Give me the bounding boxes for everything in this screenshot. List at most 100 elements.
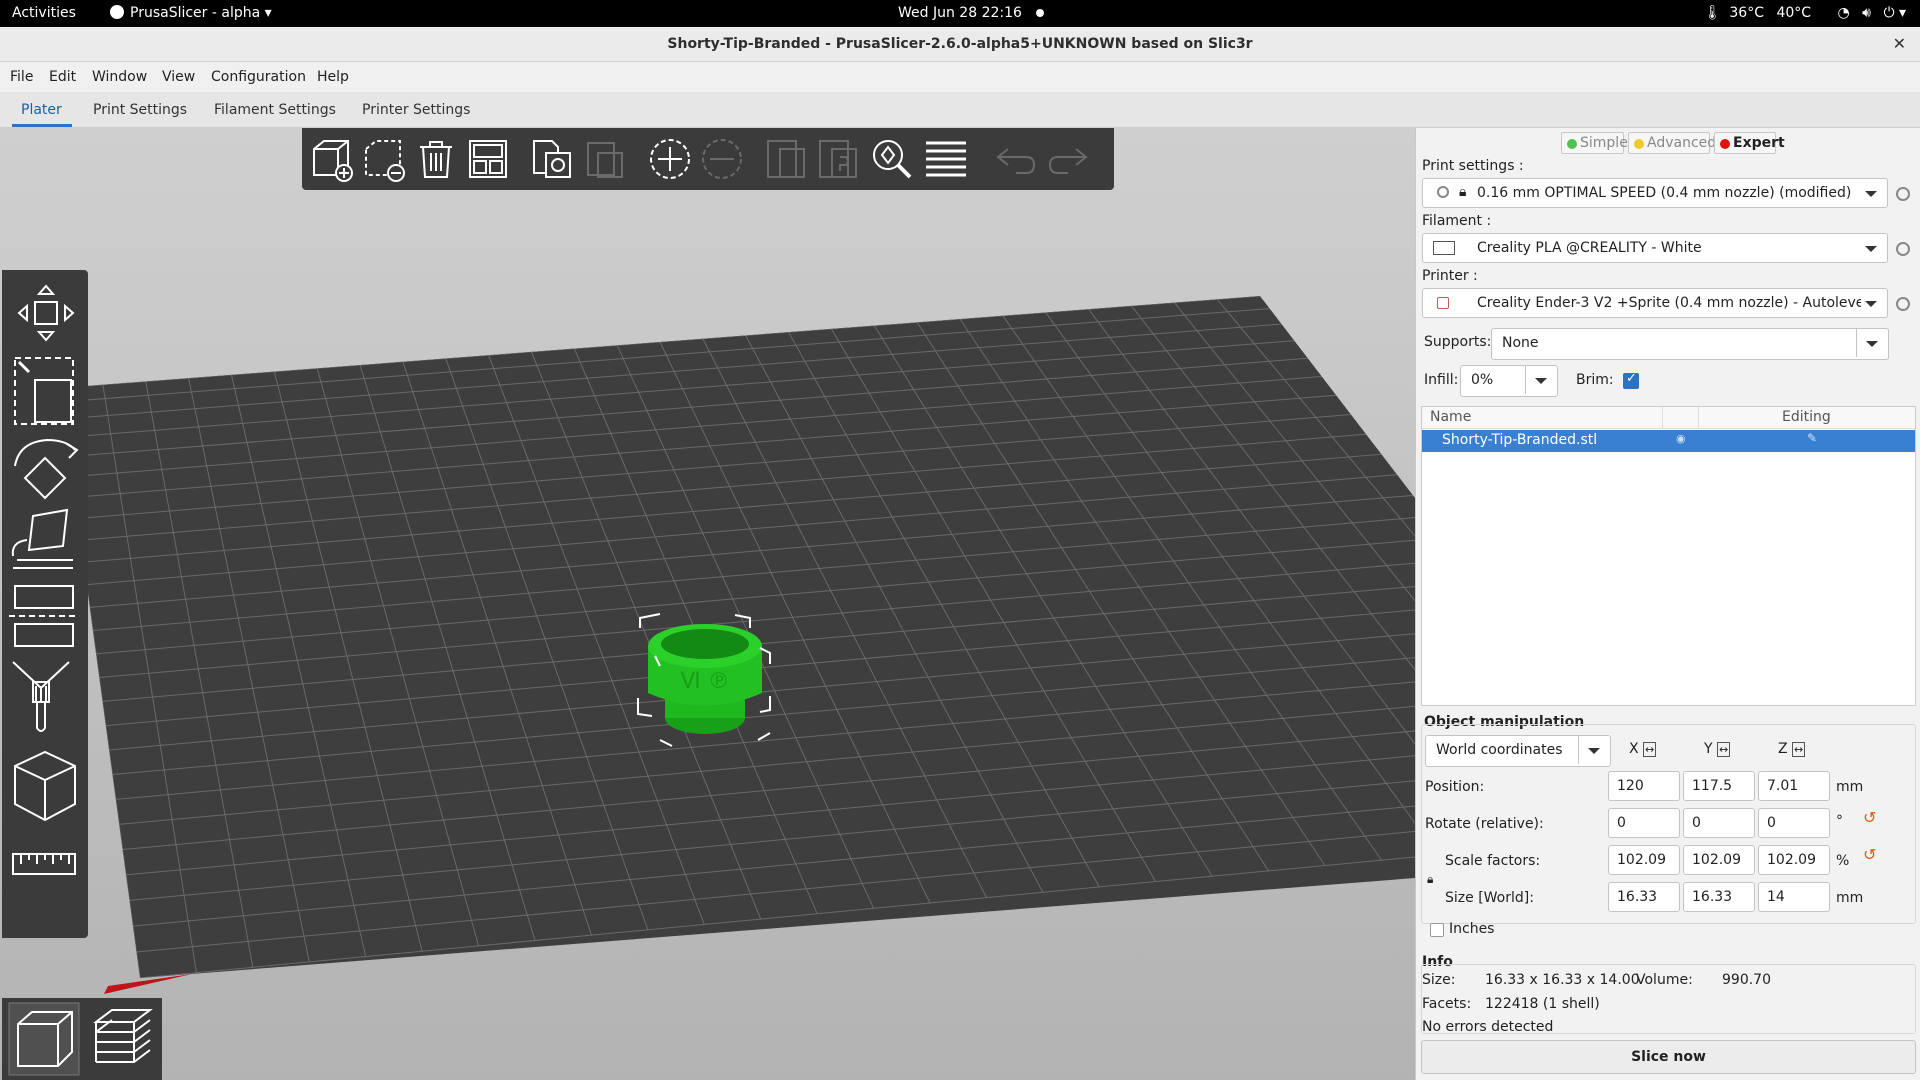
app-menu[interactable]: PrusaSlicer - alpha ▾	[110, 5, 272, 21]
info-facets-label: Facets:	[1422, 996, 1472, 1012]
rotate-z-input[interactable]: 0	[1758, 808, 1830, 838]
menu-configuration[interactable]: Configuration	[211, 69, 306, 85]
menu-window[interactable]: Window	[92, 69, 147, 85]
info-size-value: 16.33 x 16.33 x 14.00	[1485, 972, 1640, 988]
split-to-objects-icon[interactable]	[762, 135, 810, 183]
axis-x-lock-icon: ↔	[1643, 742, 1657, 757]
scale-x-input[interactable]: 102.09	[1608, 845, 1680, 875]
info-volume-value: 990.70	[1722, 972, 1771, 988]
delete-all-icon[interactable]	[412, 135, 460, 183]
plater-scene[interactable]: Ⅵ ℗	[0, 128, 1415, 1080]
move-icon[interactable]	[7, 278, 83, 350]
window-titlebar: Shorty-Tip-Branded - PrusaSlicer-2.6.0-a…	[0, 27, 1920, 62]
position-x-input[interactable]: 120	[1608, 771, 1680, 801]
menu-file[interactable]: File	[10, 69, 33, 85]
chevron-down-icon	[1866, 341, 1878, 347]
preview-layers-icon[interactable]	[86, 1002, 158, 1076]
chevron-down-icon	[1535, 378, 1547, 384]
tab-filament-settings[interactable]: Filament Settings	[214, 102, 336, 118]
tab-printer-settings[interactable]: Printer Settings	[362, 102, 470, 118]
scale-icon[interactable]	[7, 354, 83, 428]
system-status-area[interactable]: 🌡 36°C 40°C ◔ 🔊︎ ⏻ ▾	[1696, 5, 1906, 21]
view-cube-icon[interactable]	[7, 748, 83, 824]
scale-y-input[interactable]: 102.09	[1683, 845, 1755, 875]
rotate-icon[interactable]	[7, 436, 83, 506]
infill-label: Infill:	[1424, 372, 1459, 388]
place-on-face-icon[interactable]	[7, 506, 83, 576]
model-object[interactable]: Ⅵ ℗	[648, 624, 762, 734]
object-list[interactable]: Name Editing Shorty-Tip-Branded.stl ◉ ✎	[1421, 406, 1916, 706]
brim-checkbox[interactable]: ✓	[1623, 371, 1639, 389]
cut-icon[interactable]	[7, 578, 83, 650]
reset-scale-icon[interactable]: ↺	[1863, 845, 1876, 864]
info-errors: No errors detected	[1422, 1019, 1554, 1035]
info-size-label: Size:	[1422, 972, 1456, 988]
column-name[interactable]: Name	[1430, 409, 1471, 425]
coordinate-dropdown-button[interactable]	[1578, 736, 1610, 764]
rotate-x-input[interactable]: 0	[1608, 808, 1680, 838]
filament-color-swatch[interactable]	[1433, 241, 1455, 255]
mode-advanced-button[interactable]: Advanced	[1628, 132, 1716, 154]
coordinate-system-combo[interactable]: World coordinates	[1425, 735, 1611, 767]
edit-icon[interactable]: ✎	[1807, 431, 1817, 445]
add-instance-icon[interactable]	[646, 135, 694, 183]
redo-icon[interactable]	[1044, 135, 1092, 183]
infill-combo[interactable]: 0%	[1460, 365, 1558, 397]
undo-icon[interactable]	[992, 135, 1040, 183]
size-x-input[interactable]: 16.33	[1608, 882, 1680, 912]
uniform-scale-lock-icon[interactable]: 🔒︎	[1427, 872, 1433, 887]
menu-view[interactable]: View	[162, 69, 195, 85]
size-y-input[interactable]: 16.33	[1683, 882, 1755, 912]
activities-button[interactable]: Activities	[12, 5, 76, 21]
3d-view-icon[interactable]	[8, 1002, 80, 1076]
object-list-row[interactable]: Shorty-Tip-Branded.stl ◉ ✎	[1422, 430, 1915, 452]
reset-rotation-icon[interactable]: ↺	[1863, 808, 1876, 827]
position-y-input[interactable]: 117.5	[1683, 771, 1755, 801]
filament-gear-icon[interactable]	[1896, 242, 1910, 256]
delete-object-icon[interactable]	[360, 135, 408, 183]
add-object-icon[interactable]	[308, 135, 356, 183]
printer-value: Creality Ender-3 V2 +Sprite (0.4 mm nozz…	[1477, 295, 1861, 311]
tab-print-settings[interactable]: Print Settings	[93, 102, 187, 118]
simple-mode-dot-icon	[1567, 139, 1577, 149]
rotate-y-input[interactable]: 0	[1683, 808, 1755, 838]
menu-help[interactable]: Help	[317, 69, 349, 85]
print-settings-gear-icon[interactable]	[1896, 187, 1910, 201]
menu-edit[interactable]: Edit	[49, 69, 76, 85]
tab-plater[interactable]: Plater	[21, 102, 62, 118]
arrange-icon[interactable]	[464, 135, 512, 183]
window-close-button[interactable]: ✕	[1893, 34, 1906, 53]
rotate-label: Rotate (relative):	[1425, 816, 1544, 832]
mode-simple-button[interactable]: Simple	[1561, 132, 1628, 154]
size-z-input[interactable]: 14	[1758, 882, 1830, 912]
layers-editing-icon[interactable]	[922, 135, 970, 183]
inches-checkbox[interactable]	[1430, 923, 1444, 937]
paint-supports-icon[interactable]	[7, 658, 83, 738]
expert-mode-dot-icon	[1720, 139, 1730, 149]
search-icon[interactable]	[868, 135, 916, 183]
column-editing[interactable]: Editing	[1782, 409, 1831, 425]
supports-dropdown-button[interactable]	[1856, 329, 1888, 357]
mode-expert-button[interactable]: Expert	[1714, 132, 1785, 154]
split-to-parts-icon[interactable]	[814, 135, 862, 183]
remove-instance-icon[interactable]	[698, 135, 746, 183]
scale-z-input[interactable]: 102.09	[1758, 845, 1830, 875]
active-tab-indicator	[12, 124, 72, 127]
eye-icon[interactable]: ◉	[1676, 432, 1686, 445]
infill-dropdown-button[interactable]	[1525, 366, 1557, 394]
printer-gear-icon[interactable]	[1896, 297, 1910, 311]
supports-combo[interactable]: None	[1491, 328, 1889, 360]
clock[interactable]: Wed Jun 28 22:16	[898, 5, 1022, 21]
position-label: Position:	[1425, 779, 1485, 795]
print-settings-combo[interactable]: 🔒︎ 0.16 mm OPTIMAL SPEED (0.4 mm nozzle)…	[1422, 178, 1888, 208]
axis-y-label: Y ↔	[1704, 741, 1731, 757]
printer-combo[interactable]: Creality Ender-3 V2 +Sprite (0.4 mm nozz…	[1422, 288, 1888, 318]
3d-viewport[interactable]: Ⅵ ℗	[0, 128, 1415, 1080]
slice-now-button[interactable]: Slice now	[1421, 1040, 1916, 1074]
filament-combo[interactable]: Creality PLA @CREALITY - White	[1422, 233, 1888, 263]
measure-icon[interactable]	[7, 840, 83, 890]
thermometer-icon: 🌡	[1703, 5, 1722, 21]
paste-icon[interactable]	[580, 135, 628, 183]
copy-icon[interactable]	[528, 135, 576, 183]
position-z-input[interactable]: 7.01	[1758, 771, 1830, 801]
